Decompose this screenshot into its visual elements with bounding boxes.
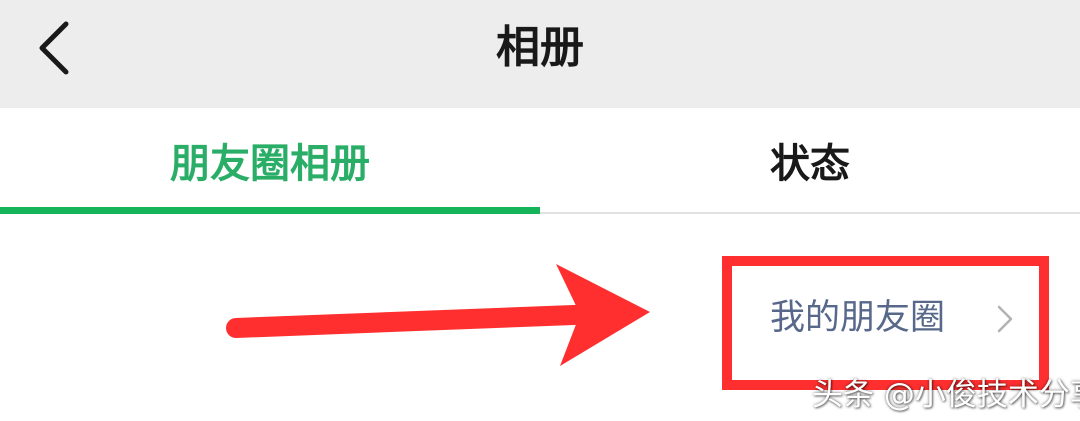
annotation-arrow-icon [226,264,650,366]
watermark: 头条 @小俊技术分享 [812,377,1080,413]
